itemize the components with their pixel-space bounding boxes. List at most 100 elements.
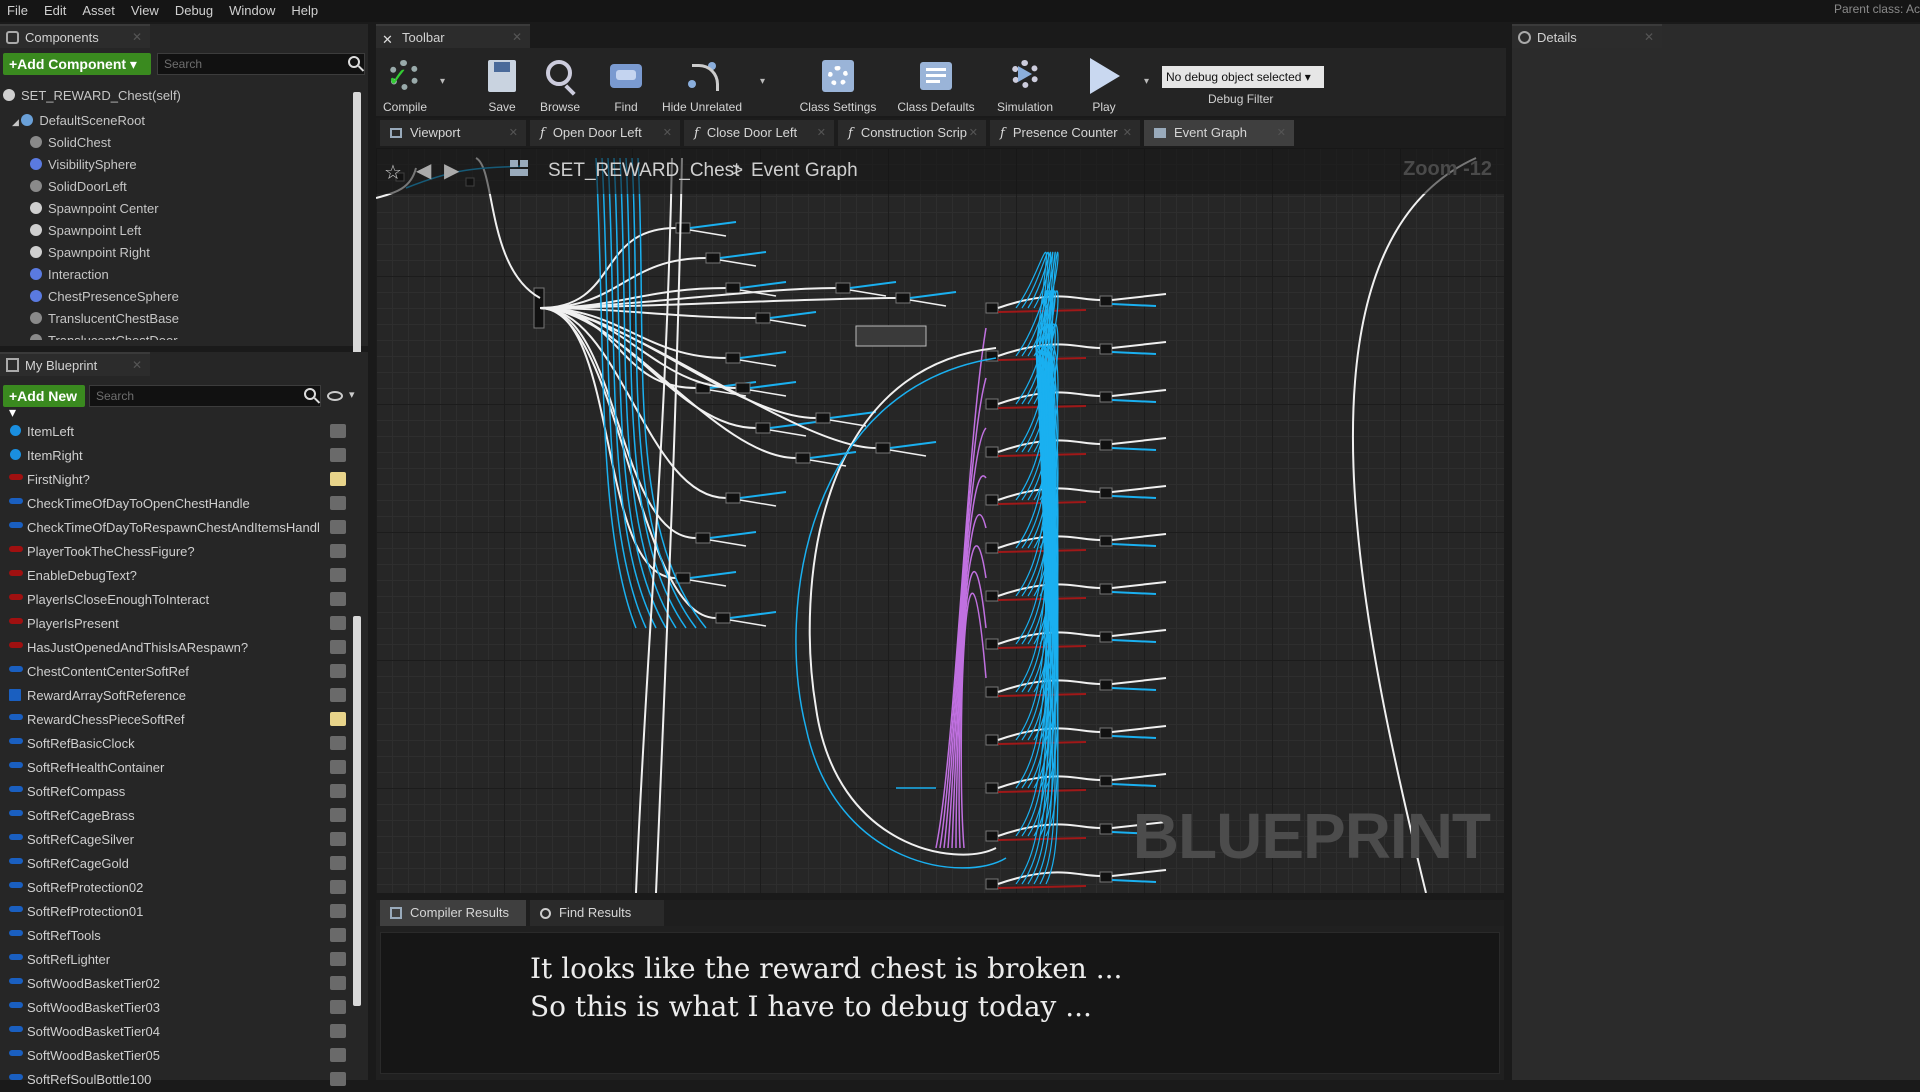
eye-closed-icon[interactable]: [330, 856, 346, 870]
variable-row[interactable]: HasJustOpenedAndThisIsARespawn?: [0, 636, 350, 660]
variable-row[interactable]: EnableDebugText?: [0, 564, 350, 588]
menu-asset[interactable]: Asset: [75, 0, 124, 22]
close-icon[interactable]: ✕: [1644, 30, 1654, 44]
toolbar-tab[interactable]: ✕ Toolbar ✕: [376, 24, 530, 48]
eye-closed-icon[interactable]: [330, 928, 346, 942]
tree-item[interactable]: Spawnpoint Right: [30, 245, 150, 260]
eye-closed-icon[interactable]: [330, 592, 346, 606]
tree-item[interactable]: Interaction: [30, 267, 109, 282]
save-button[interactable]: Save: [482, 48, 522, 116]
graph-node[interactable]: [985, 686, 999, 698]
eye-closed-icon[interactable]: [330, 688, 346, 702]
variable-row[interactable]: SoftRefSoulBottle100: [0, 1068, 350, 1092]
tab-find-results[interactable]: Find Results: [530, 900, 664, 926]
variable-row[interactable]: PlayerIsPresent: [0, 612, 350, 636]
variable-row[interactable]: SoftRefCageGold: [0, 852, 350, 876]
eye-closed-icon[interactable]: [330, 496, 346, 510]
graph-node[interactable]: [755, 422, 771, 434]
variable-row[interactable]: SoftWoodBasketTier04: [0, 1020, 350, 1044]
graph-node[interactable]: [1099, 823, 1113, 835]
view-options-icon[interactable]: ▾: [327, 388, 357, 406]
eye-closed-icon[interactable]: [330, 760, 346, 774]
variable-row[interactable]: SoftWoodBasketTier02: [0, 972, 350, 996]
variable-row[interactable]: SoftRefLighter: [0, 948, 350, 972]
variable-row[interactable]: CheckTimeOfDayToRespawnChestAndItemsHand…: [0, 516, 350, 540]
variable-row[interactable]: CheckTimeOfDayToOpenChestHandle: [0, 492, 350, 516]
close-icon[interactable]: ✕: [817, 126, 826, 139]
tab-viewport[interactable]: Viewport ✕: [380, 120, 526, 146]
graph-node[interactable]: [1099, 775, 1113, 787]
compile-button[interactable]: ✓ Compile: [382, 48, 428, 116]
components-search-input[interactable]: Search: [157, 53, 365, 75]
variable-row[interactable]: ChestContentCenterSoftRef: [0, 660, 350, 684]
graph-node[interactable]: [755, 312, 771, 324]
class-settings-button[interactable]: Class Settings: [796, 48, 880, 116]
tab-compiler-results[interactable]: Compiler Results: [380, 900, 526, 926]
components-scrollbar[interactable]: [353, 92, 361, 354]
eye-closed-icon[interactable]: [330, 616, 346, 630]
graph-node[interactable]: [1099, 727, 1113, 739]
forward-arrow-icon[interactable]: ▶: [444, 158, 459, 183]
graph-node[interactable]: [985, 542, 999, 554]
graph-node[interactable]: [1099, 583, 1113, 595]
graph-node[interactable]: [1099, 535, 1113, 547]
add-new-button[interactable]: +Add New ▾: [3, 385, 85, 420]
menu-debug[interactable]: Debug: [168, 0, 222, 22]
close-icon[interactable]: ✕: [512, 30, 522, 44]
hide-unrelated-dropdown-icon[interactable]: ▾: [760, 76, 765, 87]
components-tab[interactable]: Components ✕: [0, 24, 150, 48]
play-button[interactable]: Play: [1084, 48, 1124, 116]
variable-row[interactable]: SoftWoodBasketTier05: [0, 1044, 350, 1068]
breadcrumb-leaf[interactable]: Event Graph: [751, 160, 858, 182]
eye-closed-icon[interactable]: [330, 784, 346, 798]
play-dropdown-icon[interactable]: ▾: [1144, 76, 1149, 87]
graph-node[interactable]: [985, 446, 999, 458]
graph-node[interactable]: [985, 830, 999, 842]
browse-button[interactable]: Browse: [536, 48, 584, 116]
graph-node[interactable]: [1099, 487, 1113, 499]
variable-row[interactable]: ItemLeft: [0, 420, 350, 444]
details-tab[interactable]: Details ✕: [1512, 24, 1662, 48]
event-graph-canvas[interactable]: ☆ ◀ ▶ SET_REWARD_Chest > Event Graph Zoo…: [376, 148, 1504, 893]
variable-row[interactable]: RewardChessPieceSoftRef: [0, 708, 350, 732]
eye-closed-icon[interactable]: [330, 808, 346, 822]
graph-node[interactable]: [985, 302, 999, 314]
eye-closed-icon[interactable]: [330, 640, 346, 654]
menu-help[interactable]: Help: [284, 0, 327, 22]
find-button[interactable]: Find: [606, 48, 646, 116]
graph-node[interactable]: [875, 442, 891, 454]
eye-closed-icon[interactable]: [330, 568, 346, 582]
variable-row[interactable]: SoftWoodBasketTier03: [0, 996, 350, 1020]
my-blueprint-tab[interactable]: My Blueprint ✕: [0, 352, 150, 376]
menu-file[interactable]: File: [0, 0, 37, 22]
close-icon[interactable]: ✕: [132, 358, 142, 372]
eye-closed-icon[interactable]: [330, 424, 346, 438]
graph-node[interactable]: [1099, 679, 1113, 691]
graph-node[interactable]: [695, 532, 711, 544]
menu-view[interactable]: View: [124, 0, 168, 22]
graph-node[interactable]: [1099, 631, 1113, 643]
graph-node[interactable]: [895, 292, 911, 304]
menu-window[interactable]: Window: [222, 0, 284, 22]
graph-node[interactable]: [985, 398, 999, 410]
eye-closed-icon[interactable]: [330, 1024, 346, 1038]
tree-item[interactable]: ChestPresenceSphere: [30, 289, 179, 304]
graph-node[interactable]: [985, 494, 999, 506]
expand-arrow-icon[interactable]: ◢: [12, 117, 21, 127]
my-blueprint-scrollbar[interactable]: [353, 616, 361, 1006]
variable-row[interactable]: ItemRight: [0, 444, 350, 468]
eye-closed-icon[interactable]: [330, 664, 346, 678]
eye-closed-icon[interactable]: [330, 1048, 346, 1062]
eye-closed-icon[interactable]: [330, 880, 346, 894]
close-icon[interactable]: ✕: [509, 126, 518, 139]
tab-event-graph[interactable]: Event Graph ✕: [1144, 120, 1294, 146]
variable-row[interactable]: RewardArraySoftReference: [0, 684, 350, 708]
graph-node[interactable]: [1099, 391, 1113, 403]
variable-row[interactable]: SoftRefCageSilver: [0, 828, 350, 852]
graph-node[interactable]: [725, 282, 741, 294]
variable-row[interactable]: SoftRefBasicClock: [0, 732, 350, 756]
variable-row[interactable]: SoftRefProtection01: [0, 900, 350, 924]
tree-item[interactable]: TranslucentChestDoor: [30, 333, 178, 340]
eye-closed-icon[interactable]: [330, 544, 346, 558]
variable-row[interactable]: SoftRefCageBrass: [0, 804, 350, 828]
